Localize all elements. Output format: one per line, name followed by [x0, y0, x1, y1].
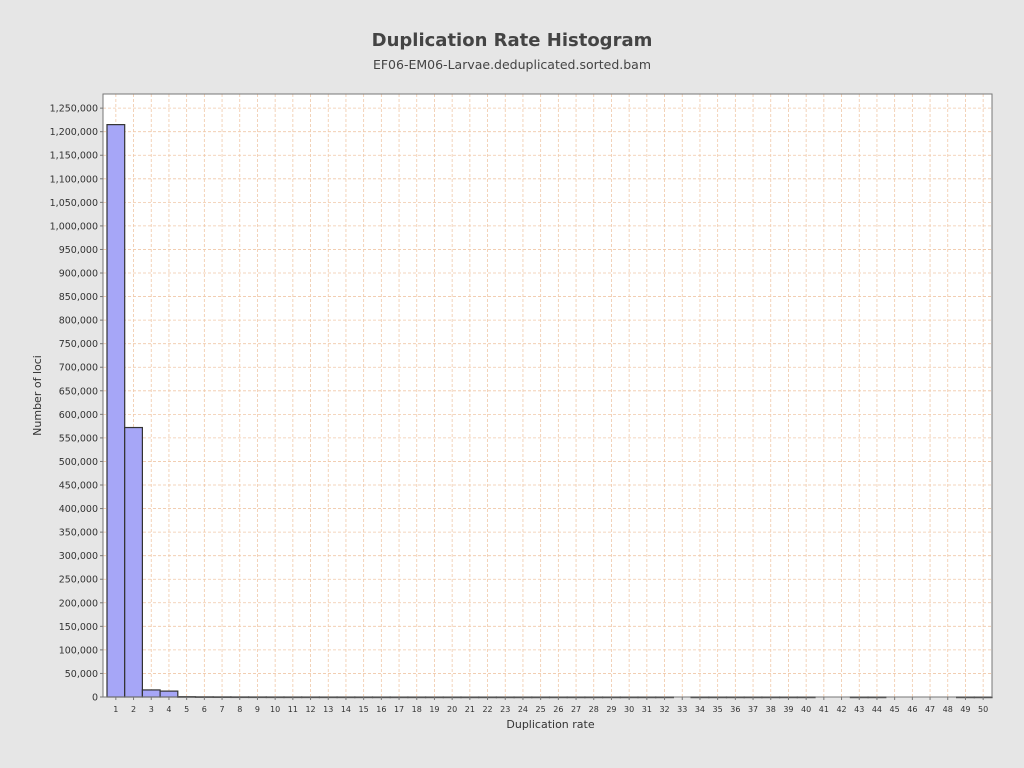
y-tick-label: 1,050,000: [50, 198, 98, 209]
x-tick-label: 11: [288, 705, 298, 714]
x-tick-label: 33: [677, 705, 687, 714]
x-tick-label: 46: [907, 705, 917, 714]
histogram-bar: [124, 426, 143, 698]
x-tick-label: 31: [642, 705, 652, 714]
histogram-bar: [106, 124, 126, 698]
y-tick-label: 850,000: [59, 292, 98, 303]
y-tick-label: 1,200,000: [50, 127, 98, 138]
x-tick-label: 43: [854, 705, 864, 714]
x-tick-label: 6: [202, 705, 207, 714]
y-tick-label: 550,000: [59, 433, 98, 444]
y-tick-label: 100,000: [59, 645, 98, 656]
x-tick-label: 2: [131, 705, 136, 714]
x-tick-label: 17: [394, 705, 404, 714]
x-tick-label: 7: [220, 705, 225, 714]
x-tick-label: 45: [890, 705, 900, 714]
x-tick-label: 29: [606, 705, 616, 714]
x-tick-label: 37: [748, 705, 758, 714]
y-axis-label: Number of loci: [31, 355, 44, 436]
y-tick-label: 250,000: [59, 575, 98, 586]
y-tick-label: 200,000: [59, 598, 98, 609]
histogram-bar: [141, 689, 161, 698]
y-tick-label: 1,100,000: [50, 174, 98, 185]
y-tick-label: 500,000: [59, 457, 98, 468]
x-tick-label: 34: [695, 705, 705, 714]
x-tick-label: 38: [766, 705, 776, 714]
histogram-chart: 0 50,000 100,000 150,000 200,000 250,000 300,0…: [31, 93, 993, 731]
x-tick-label: 16: [376, 705, 386, 714]
y-tick-label: 0: [92, 693, 98, 704]
histogram-bar: [159, 690, 179, 698]
y-tick-label: 150,000: [59, 622, 98, 633]
y-tick-label: 1,000,000: [50, 221, 98, 232]
x-tick-label: 21: [465, 705, 475, 714]
x-tick-label: 40: [801, 705, 811, 714]
y-tick-label: 450,000: [59, 481, 98, 492]
y-tick-label: 600,000: [59, 410, 98, 421]
y-tick-label: 950,000: [59, 245, 98, 256]
y-tick-label: 650,000: [59, 386, 98, 397]
x-tick-label: 50: [978, 705, 988, 714]
y-tick-label: 700,000: [59, 363, 98, 374]
x-tick-label: 30: [624, 705, 634, 714]
x-tick-label: 44: [872, 705, 882, 714]
x-tick-label: 18: [412, 705, 422, 714]
x-tick-label: 39: [783, 705, 793, 714]
x-tick-label: 42: [836, 705, 846, 714]
x-tick-label: 4: [166, 705, 171, 714]
y-tick-label: 50,000: [65, 669, 98, 680]
x-tick-label: 1: [113, 705, 118, 714]
x-tick-label: 5: [184, 705, 189, 714]
x-tick-label: 25: [536, 705, 546, 714]
x-tick-label: 41: [819, 705, 829, 714]
x-axis-ticks: 1 2 3 4 5 6 7 8 9 10 11 12 13 14 15 16 17 18 19 20 21 22 23 24 2…: [113, 697, 988, 714]
x-tick-label: 35: [713, 705, 723, 714]
x-tick-label: 19: [429, 705, 439, 714]
x-tick-label: 13: [323, 705, 333, 714]
plot-area: [103, 94, 992, 697]
x-tick-label: 22: [482, 705, 492, 714]
y-axis-ticks: 0 50,000 100,000 150,000 200,000 250,000 300,0…: [50, 104, 103, 704]
x-tick-label: 26: [553, 705, 563, 714]
x-axis-label: Duplication rate: [506, 718, 594, 731]
x-tick-label: 48: [943, 705, 953, 714]
x-tick-label: 9: [255, 705, 260, 714]
y-tick-label: 900,000: [59, 269, 98, 280]
y-tick-label: 750,000: [59, 339, 98, 350]
x-tick-label: 47: [925, 705, 935, 714]
y-tick-label: 1,250,000: [50, 104, 98, 115]
x-tick-label: 32: [659, 705, 669, 714]
y-tick-label: 400,000: [59, 504, 98, 515]
x-tick-label: 36: [730, 705, 740, 714]
x-tick-label: 24: [518, 705, 528, 714]
y-tick-label: 300,000: [59, 551, 98, 562]
x-tick-label: 15: [359, 705, 369, 714]
x-tick-label: 49: [960, 705, 970, 714]
y-tick-label: 350,000: [59, 528, 98, 539]
x-tick-label: 20: [447, 705, 457, 714]
x-tick-label: 23: [500, 705, 510, 714]
x-tick-label: 28: [589, 705, 599, 714]
x-tick-label: 27: [571, 705, 581, 714]
x-tick-label: 8: [237, 705, 242, 714]
x-tick-label: 14: [341, 705, 351, 714]
x-tick-label: 10: [270, 705, 280, 714]
y-tick-label: 1,150,000: [50, 151, 98, 162]
y-tick-label: 800,000: [59, 316, 98, 327]
x-tick-label: 3: [149, 705, 154, 714]
x-tick-label: 12: [305, 705, 315, 714]
